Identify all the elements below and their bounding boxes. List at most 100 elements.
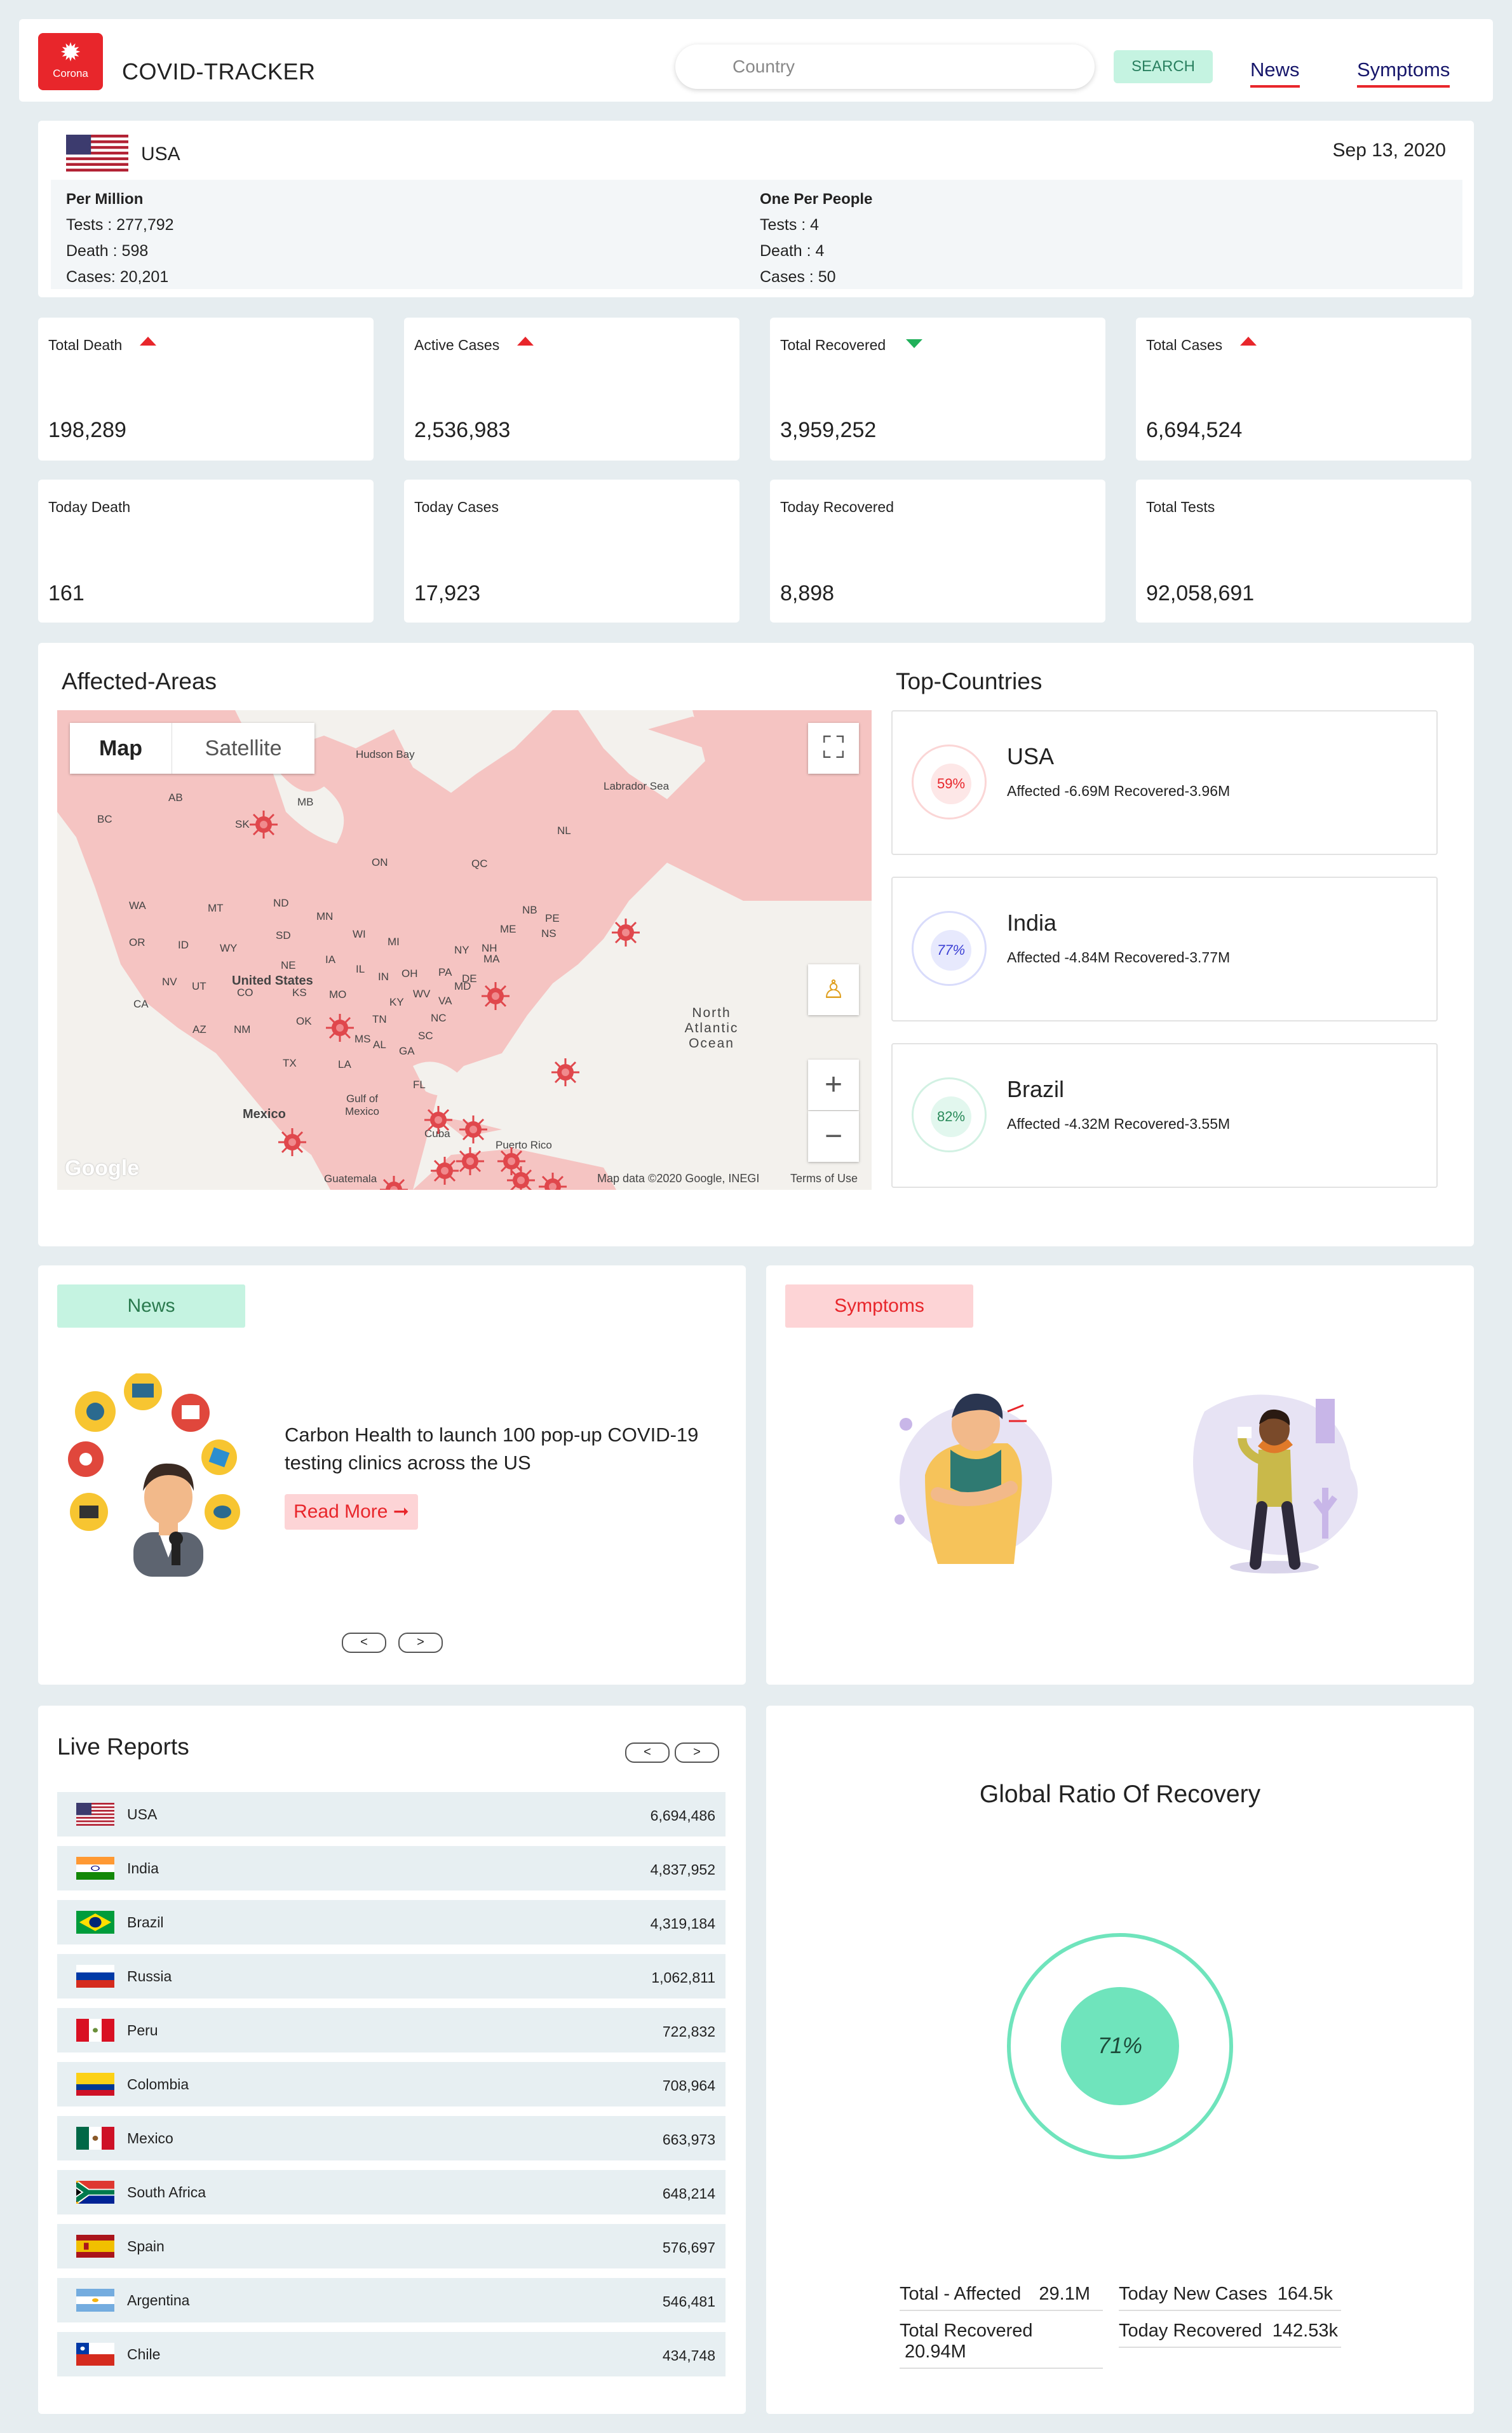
news-next-button[interactable]: > [398, 1633, 443, 1653]
nav-symptoms-link[interactable]: Symptoms [1357, 58, 1450, 88]
trend-down-icon [906, 339, 922, 348]
stat-value: 198,289 [48, 418, 126, 442]
total-affected-value: 29.1M [1039, 2284, 1090, 2304]
stat-total-recovered: Total Recovered 3,959,252 [770, 318, 1105, 461]
global-recovery-title: Global Ratio Of Recovery [979, 1781, 1261, 1808]
report-row-chile[interactable]: Chile 434,748 [57, 2332, 726, 2376]
stat-label: Today Death [48, 499, 131, 515]
per-million-death: Death : 598 [66, 242, 149, 260]
total-recovered-cell: Total Recovered 20.94M [900, 2321, 1103, 2369]
stat-value: 161 [48, 581, 84, 605]
news-prev-button[interactable]: < [342, 1633, 386, 1653]
virus-marker [423, 1105, 454, 1135]
world-map[interactable]: Map Satellite ⛶ ♙ + − Hudson Bay Labrado… [57, 710, 872, 1190]
report-value: 648,214 [662, 2185, 715, 2202]
report-row-peru[interactable]: Peru 722,832 [57, 2008, 726, 2052]
virus-marker [480, 981, 511, 1011]
news-headline[interactable]: Carbon Health to launch 100 pop-up COVID… [285, 1421, 729, 1477]
report-row-india[interactable]: India 4,837,952 [57, 1846, 726, 1890]
stat-value: 2,536,983 [414, 418, 511, 442]
top-country-brazil[interactable]: 82% Brazil Affected -4.32M Recovered-3.5… [891, 1043, 1438, 1188]
report-value: 4,837,952 [650, 1861, 715, 1878]
affected-areas-card: Affected-Areas Map Satellite ⛶ ♙ + − Hud… [38, 643, 1474, 1246]
country-name: Brazil [1007, 1076, 1065, 1102]
stat-label: Total Tests [1146, 499, 1215, 515]
country-search-input[interactable] [675, 44, 1095, 89]
report-value: 576,697 [662, 2239, 715, 2256]
stat-total-tests: Total Tests 92,058,691 [1136, 480, 1471, 623]
report-country: Argentina [127, 2292, 190, 2308]
per-million-tests: Tests : 277,792 [66, 216, 174, 234]
search-button[interactable]: SEARCH [1114, 50, 1213, 83]
report-row-spain[interactable]: Spain 576,697 [57, 2224, 726, 2268]
country-name: India [1007, 910, 1057, 936]
report-country: Mexico [127, 2130, 173, 2147]
stat-label: Total Cases [1146, 337, 1223, 353]
map-data-credit[interactable]: Map data ©2020 Google, INEGI [597, 1172, 759, 1185]
report-country: Spain [127, 2238, 165, 2254]
live-prev-button[interactable]: < [625, 1742, 670, 1763]
report-row-mexico[interactable]: Mexico 663,973 [57, 2116, 726, 2160]
sneeze-symptom-illustration [1193, 1394, 1358, 1574]
one-per-people-death: Death : 4 [760, 242, 825, 260]
brazil-flag-icon [76, 1911, 114, 1934]
report-row-russia[interactable]: Russia 1,062,811 [57, 1954, 726, 1998]
stat-today-cases: Today Cases 17,923 [404, 480, 739, 623]
virus-marker [611, 917, 641, 948]
today-new-cases-value: 164.5k [1277, 2284, 1333, 2304]
app-logo[interactable]: ✹ Corona [38, 33, 103, 90]
report-date: Sep 13, 2020 [1332, 140, 1447, 161]
virus-marker [537, 1171, 568, 1190]
report-row-south-africa[interactable]: South Africa 648,214 [57, 2170, 726, 2214]
per-capita-panel: Per Million Tests : 277,792 Death : 598 … [51, 180, 1462, 289]
report-value: 6,694,486 [650, 1807, 715, 1824]
colombia-flag-icon [76, 2073, 114, 2096]
one-per-people-tests: Tests : 4 [760, 216, 820, 234]
report-country: Chile [127, 2346, 161, 2362]
symptoms-tag[interactable]: Symptoms [785, 1284, 973, 1328]
virus-marker [455, 1146, 485, 1176]
report-value: 663,973 [662, 2131, 715, 2148]
chile-flag-icon [76, 2343, 114, 2366]
country-name: USA [141, 144, 180, 165]
top-country-usa[interactable]: 59% USA Affected -6.69M Recovered-3.96M [891, 710, 1438, 855]
report-country: India [127, 1860, 159, 1877]
stat-total-cases: Total Cases 6,694,524 [1136, 318, 1471, 461]
report-row-argentina[interactable]: Argentina 546,481 [57, 2278, 726, 2322]
one-per-people-column: One Per People Tests : 4 Death : 4 Cases… [760, 186, 872, 290]
stat-label: Total Recovered [780, 337, 886, 353]
stat-value: 3,959,252 [780, 418, 877, 442]
live-next-button[interactable]: > [675, 1742, 719, 1763]
one-per-people-cases: Cases : 50 [760, 268, 836, 286]
percent-ring: 82% [912, 1077, 987, 1152]
recovery-percent: 71% [1061, 1987, 1179, 2105]
total-affected-cell: Total - Affected 29.1M [900, 2284, 1103, 2311]
top-country-india[interactable]: 77% India Affected -4.84M Recovered-3.77… [891, 877, 1438, 1021]
read-more-button[interactable]: Read More ➞ [285, 1494, 418, 1530]
trend-up-icon [1240, 337, 1257, 346]
terms-of-use-link[interactable]: Terms of Use [790, 1172, 858, 1185]
report-row-usa[interactable]: USA 6,694,486 [57, 1792, 726, 1837]
symptoms-card: Symptoms [766, 1265, 1474, 1685]
per-million-cases: Cases: 20,201 [66, 268, 169, 286]
report-row-colombia[interactable]: Colombia 708,964 [57, 2062, 726, 2106]
stat-value: 6,694,524 [1146, 418, 1243, 442]
report-value: 434,748 [662, 2347, 715, 2364]
news-tag[interactable]: News [57, 1284, 245, 1328]
report-country: Peru [127, 2022, 158, 2039]
trend-up-icon [517, 337, 534, 346]
news-card: News Carbon Health to launch 100 pop-up … [38, 1265, 746, 1685]
country-stats: Affected -4.32M Recovered-3.55M [1007, 1115, 1231, 1132]
virus-marker [458, 1114, 489, 1145]
global-recovery-card: Global Ratio Of Recovery 71% Total - Aff… [766, 1706, 1474, 2414]
logo-label: Corona [53, 67, 88, 79]
argentina-flag-icon [76, 2289, 114, 2312]
report-country: South Africa [127, 2184, 206, 2200]
report-row-brazil[interactable]: Brazil 4,319,184 [57, 1900, 726, 1944]
mexico-flag-icon [76, 2127, 114, 2150]
virus-marker [379, 1175, 409, 1190]
app-title: COVID-TRACKER [122, 58, 316, 84]
report-value: 722,832 [662, 2023, 715, 2040]
one-per-people-heading: One Per People [760, 191, 873, 208]
nav-news-link[interactable]: News [1250, 58, 1300, 88]
